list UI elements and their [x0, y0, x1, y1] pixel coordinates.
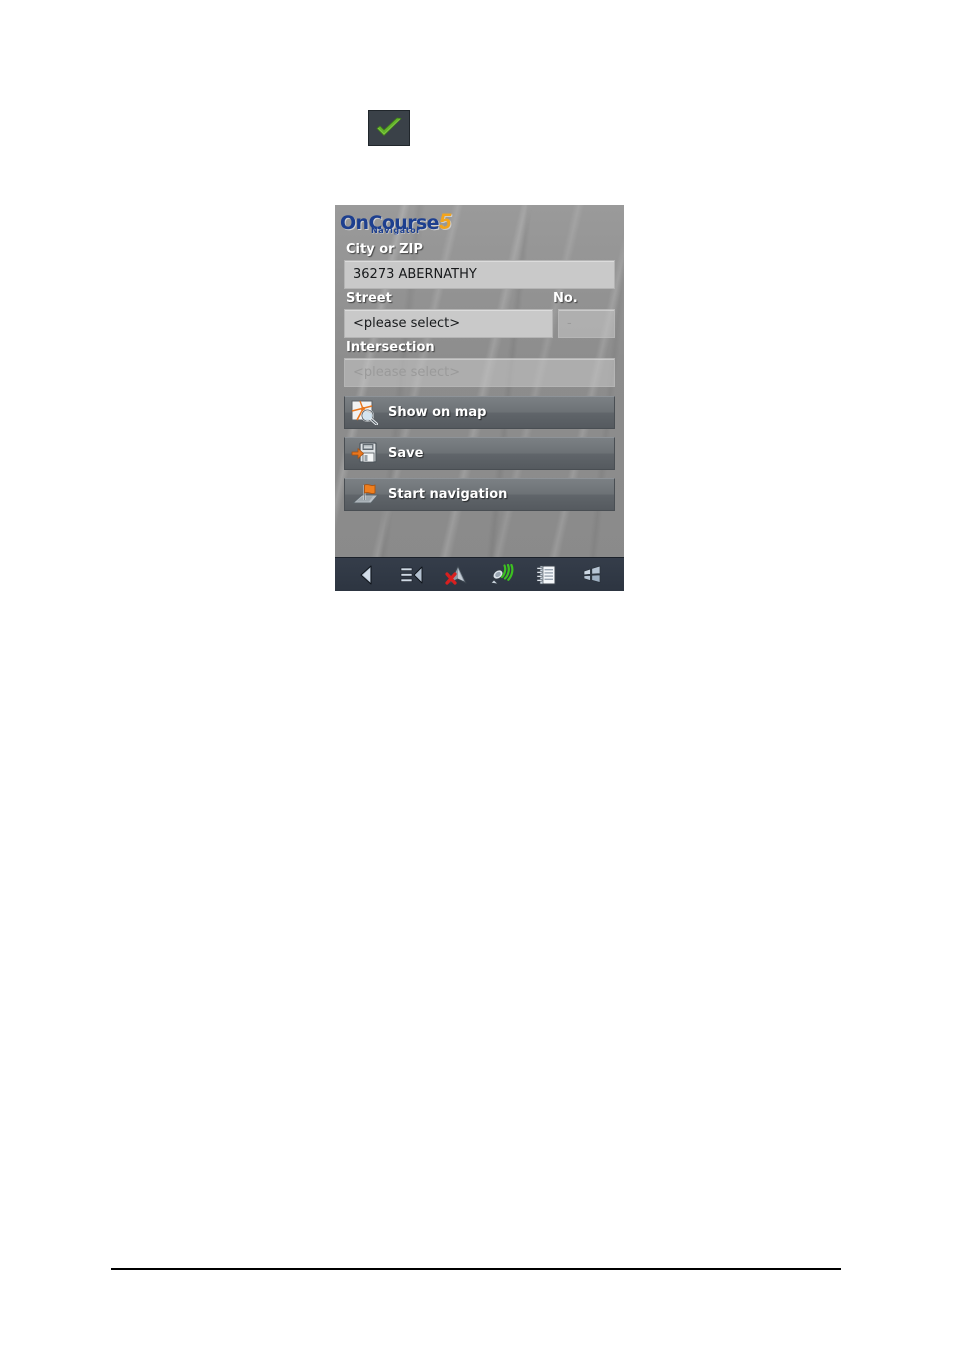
taskbar: [335, 557, 624, 591]
save-label: Save: [388, 446, 424, 461]
street-number-row: <please select> -: [344, 309, 615, 338]
city-or-zip-label: City or ZIP: [346, 242, 423, 257]
number-label: No.: [553, 291, 578, 306]
footer-divider: [111, 1268, 841, 1270]
map-magnifier-icon: [351, 400, 379, 426]
intersection-input[interactable]: <please select>: [344, 358, 615, 387]
app-logo: OnCourse5 Navigator: [335, 205, 624, 240]
show-on-map-button[interactable]: Show on map: [344, 396, 615, 429]
back-arrow-icon[interactable]: [352, 562, 382, 588]
start-navigation-button[interactable]: Start navigation: [344, 478, 615, 511]
street-input[interactable]: <please select>: [344, 309, 553, 338]
satellite-signal-icon[interactable]: [487, 562, 517, 588]
intersection-label: Intersection: [346, 340, 435, 355]
notepad-icon[interactable]: [532, 562, 562, 588]
save-button[interactable]: Save: [344, 437, 615, 470]
device-screen: OnCourse5 Navigator City or ZIP 36273 AB…: [335, 205, 624, 591]
floppy-save-icon: [351, 441, 379, 466]
gps-unavailable-icon[interactable]: [442, 562, 472, 588]
city-or-zip-input[interactable]: 36273 ABERNATHY: [344, 260, 615, 289]
street-number-labels: Street No.: [344, 291, 615, 306]
menu-back-icon[interactable]: [397, 562, 427, 588]
action-buttons: Show on map Save Start navigation: [335, 387, 624, 511]
logo-version-text: 5: [438, 209, 452, 234]
address-form: City or ZIP 36273 ABERNATHY Street No. <…: [335, 240, 624, 387]
house-number-input[interactable]: -: [558, 309, 615, 338]
windows-start-icon[interactable]: [577, 562, 607, 588]
street-label: Street: [346, 291, 392, 306]
start-navigation-label: Start navigation: [388, 487, 508, 502]
flag-route-icon: [351, 482, 380, 507]
green-check-icon: [368, 110, 410, 146]
check-icon: [376, 117, 402, 136]
logo-subtitle-text: Navigator: [371, 226, 421, 235]
show-on-map-label: Show on map: [388, 405, 487, 420]
app-window: OnCourse5 Navigator City or ZIP 36273 AB…: [335, 205, 624, 591]
